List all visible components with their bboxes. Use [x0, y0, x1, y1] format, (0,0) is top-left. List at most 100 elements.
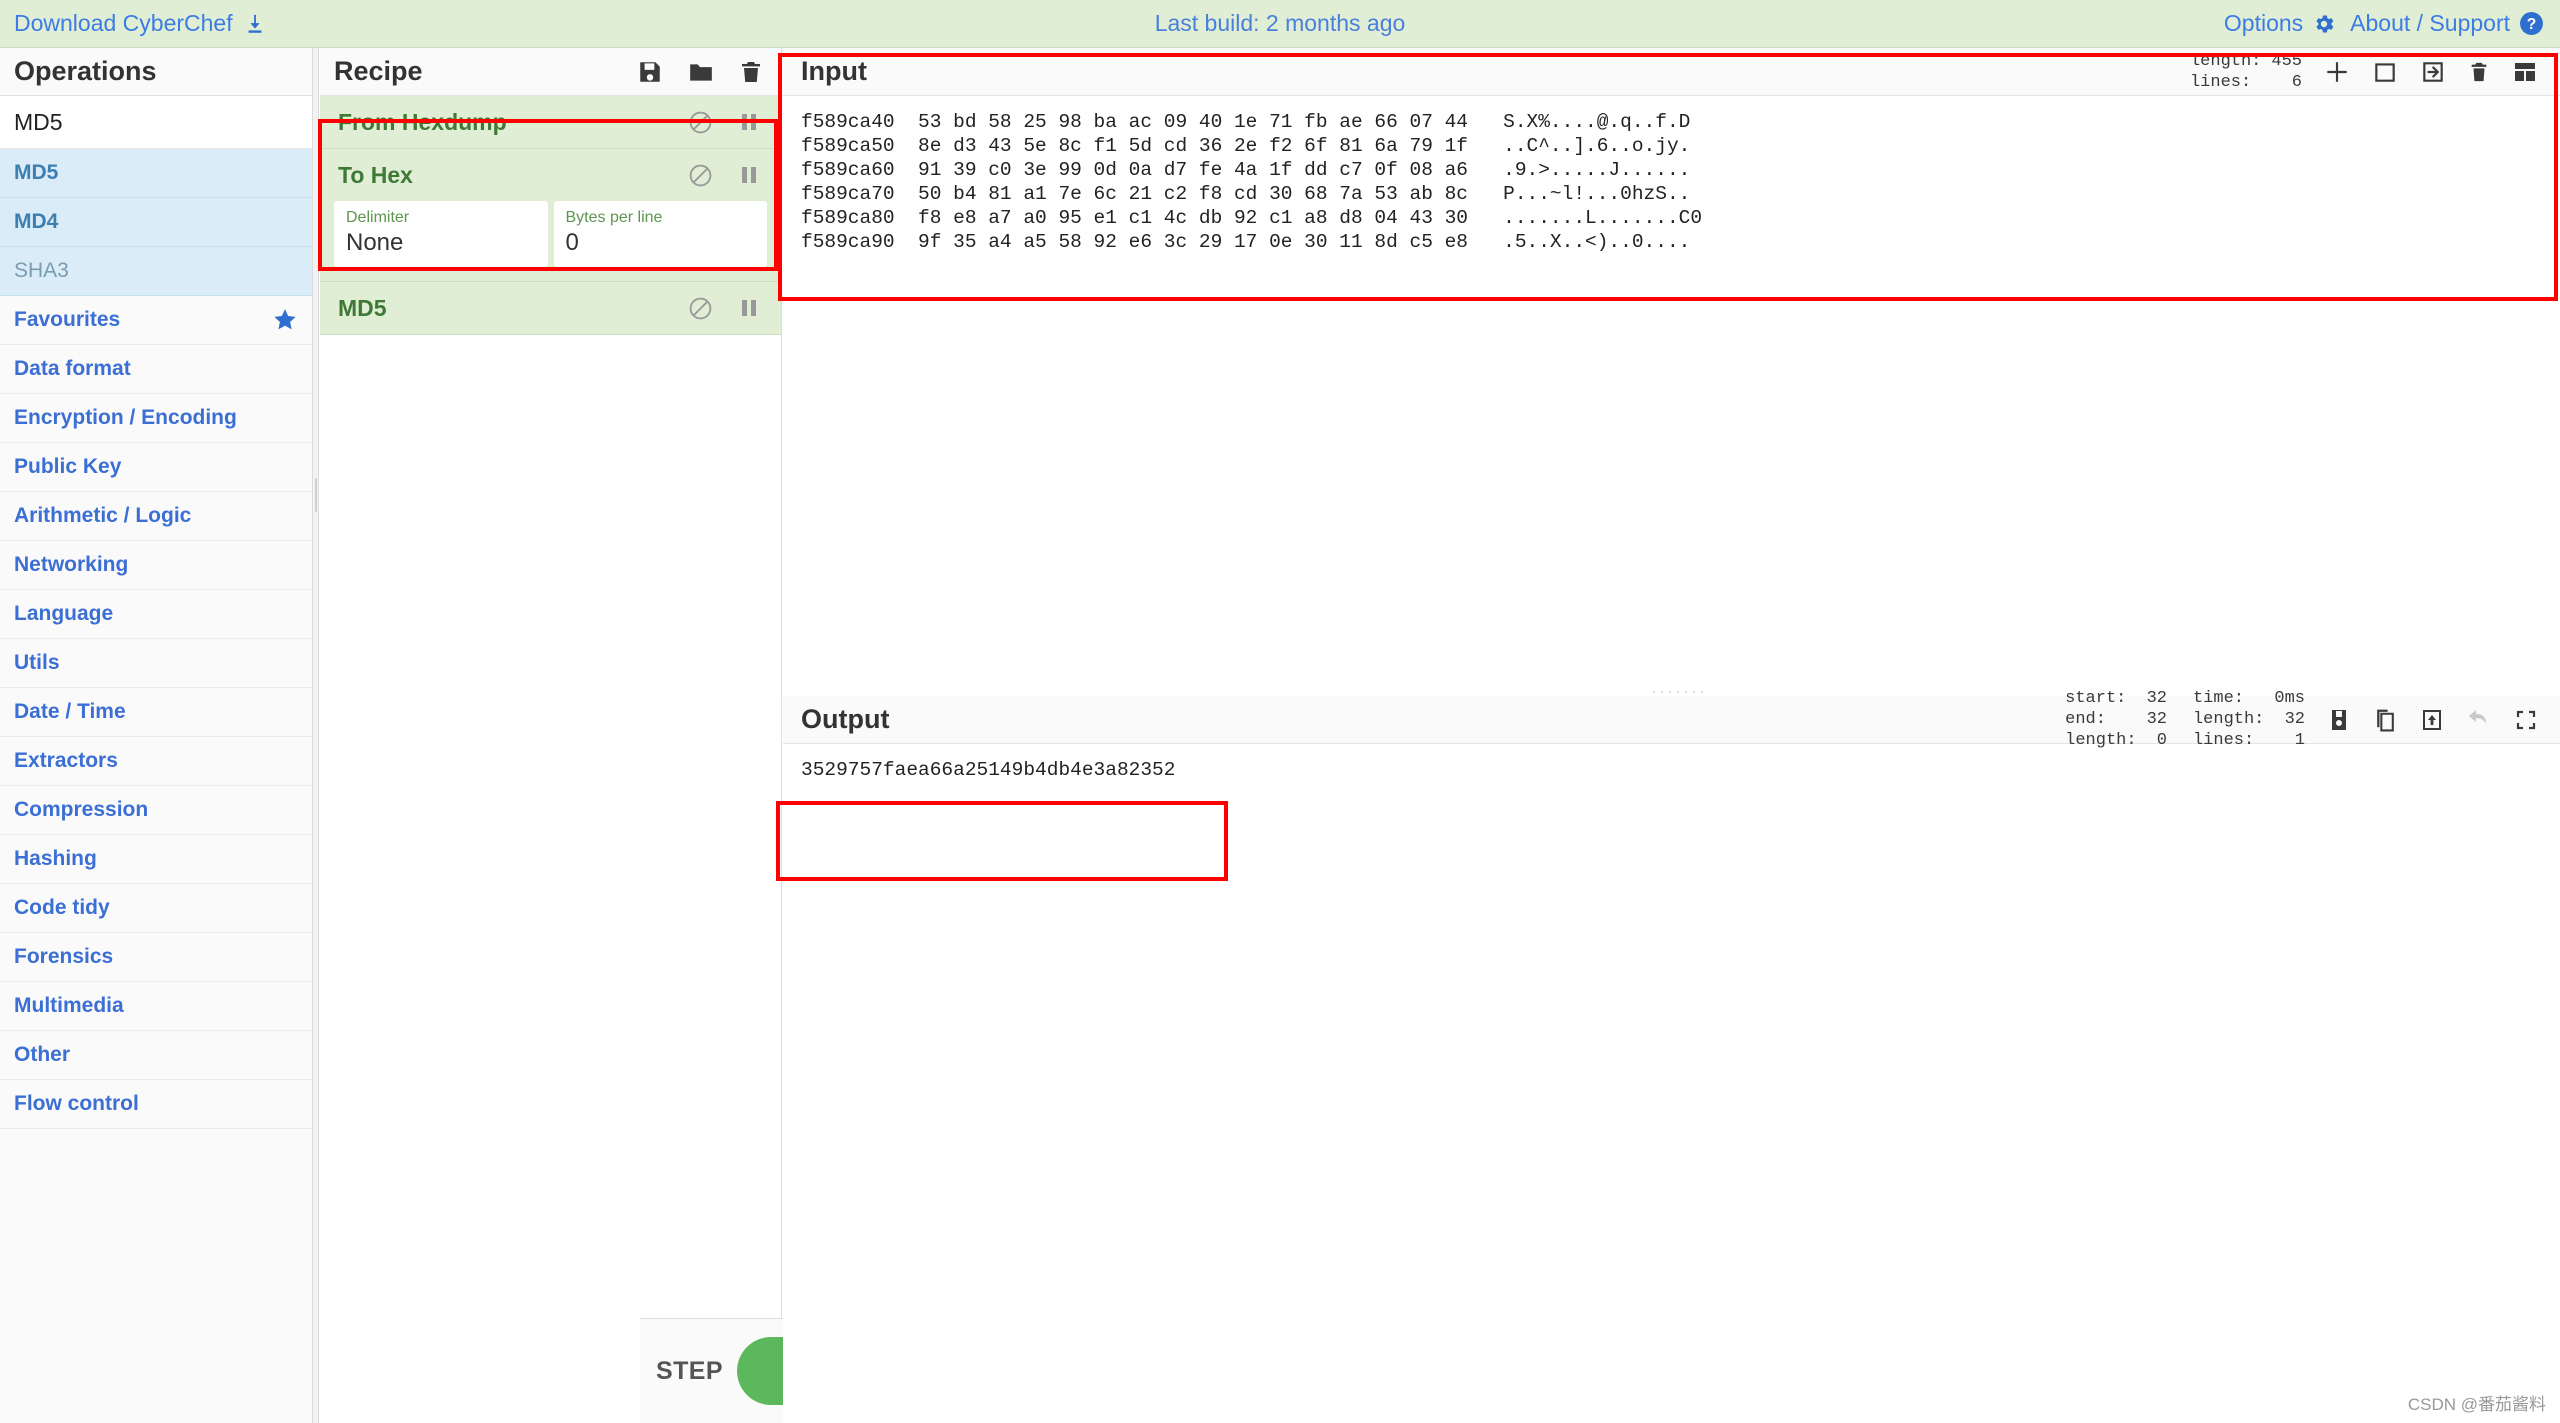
recipe-title: Recipe — [334, 56, 423, 86]
folder-icon[interactable] — [2372, 59, 2398, 85]
category-label: Code tidy — [14, 896, 110, 919]
arg-bytes-per-line[interactable]: Bytes per line 0 — [553, 201, 767, 267]
about-support-label: About / Support — [2350, 10, 2510, 36]
banner-right-group: Options About / Support ? — [2224, 10, 2544, 37]
category-code-tidy[interactable]: Code tidy — [0, 884, 312, 933]
about-support-link[interactable]: About / Support ? — [2350, 10, 2544, 37]
recipe-op-name: From Hexdump — [338, 108, 507, 135]
category-other[interactable]: Other — [0, 1031, 312, 1080]
disable-icon[interactable] — [688, 296, 713, 321]
output-title: Output — [801, 704, 890, 734]
category-networking[interactable]: Networking — [0, 541, 312, 590]
undo-icon[interactable] — [2466, 708, 2492, 732]
input-header: Input length: 455 lines: 6 — [783, 48, 2560, 96]
add-tab-icon[interactable] — [2324, 59, 2350, 85]
trash-icon[interactable] — [2468, 59, 2490, 85]
recipe-op-args: Delimiter None Bytes per line 0 — [320, 201, 781, 281]
arg-value: None — [346, 229, 404, 256]
options-label: Options — [2223, 10, 2304, 36]
search-input[interactable] — [14, 108, 294, 136]
category-label: Forensics — [14, 945, 114, 968]
io-splitter[interactable]: ······· — [783, 460, 2560, 795]
copy-icon[interactable] — [2373, 707, 2398, 733]
category-label: Public Key — [14, 455, 122, 478]
recipe-op-name: MD5 — [338, 294, 387, 321]
recipe-op-from-hexdump[interactable]: From Hexdump — [320, 96, 781, 149]
category-arithmetic-logic[interactable]: Arithmetic / Logic — [0, 492, 312, 541]
category-label: Other — [14, 1043, 71, 1066]
output-lines-value: 1 — [2294, 731, 2305, 750]
output-length-key: length: — [2192, 710, 2265, 729]
input-editor[interactable]: f589ca40 53 bd 58 25 98 ba ac 09 40 1e 7… — [783, 96, 2560, 459]
trash-icon[interactable] — [739, 59, 763, 85]
step-button[interactable]: STEP — [656, 1357, 723, 1386]
recipe-op-name: To Hex — [338, 161, 413, 188]
operations-recipe-splitter[interactable] — [313, 48, 319, 1423]
category-encryption-encoding[interactable]: Encryption / Encoding — [0, 394, 312, 443]
category-compression[interactable]: Compression — [0, 786, 312, 835]
svg-text:?: ? — [2527, 16, 2537, 33]
output-end-key: end: — [2065, 710, 2106, 729]
output-header: Output start: 32 end: 32 length: 0 time: — [783, 689, 2560, 750]
recipe-header: Recipe — [320, 48, 781, 96]
pause-icon[interactable] — [739, 297, 759, 319]
op-result-md5[interactable]: MD5 — [0, 149, 312, 198]
tabs-icon[interactable] — [2512, 60, 2538, 84]
category-label: Language — [14, 602, 114, 625]
recipe-op-md5[interactable]: MD5 — [320, 282, 781, 335]
output-stats-right: time: 0ms length: 32 lines: 1 — [2193, 688, 2305, 751]
maximise-icon[interactable] — [2514, 708, 2538, 732]
category-public-key[interactable]: Public Key — [0, 443, 312, 492]
category-data-format[interactable]: Data format — [0, 345, 312, 394]
op-result-sha3[interactable]: SHA3 — [0, 247, 312, 296]
output-stats: start: 32 end: 32 length: 0 time: 0ms le… — [2065, 688, 2305, 751]
output-editor[interactable]: 3529757faea66a25149b4db4e3a82352 — [783, 744, 2560, 1423]
category-label: Multimedia — [14, 994, 124, 1017]
recipe-op-to-hex[interactable]: To Hex Delimiter None Bytes per line 0 — [320, 149, 781, 282]
cyberchef-app: Download CyberChef Last build: 2 months … — [0, 0, 2560, 1423]
options-link[interactable]: Options — [2224, 10, 2336, 37]
category-date-time[interactable]: Date / Time — [0, 688, 312, 737]
category-language[interactable]: Language — [0, 590, 312, 639]
replace-input-icon[interactable] — [2420, 707, 2444, 733]
pause-icon[interactable] — [739, 164, 759, 186]
output-time-value: 0ms — [2274, 689, 2305, 708]
category-forensics[interactable]: Forensics — [0, 933, 312, 982]
output-text[interactable]: 3529757faea66a25149b4db4e3a82352 — [783, 744, 2560, 796]
splitter-handle[interactable]: ······· — [1652, 683, 1705, 700]
recipe-header-icons — [637, 59, 763, 85]
output-sel-length-value: 0 — [2156, 731, 2167, 750]
disable-icon[interactable] — [688, 163, 713, 188]
category-multimedia[interactable]: Multimedia — [0, 982, 312, 1031]
output-pane: Output start: 32 end: 32 length: 0 time: — [783, 689, 2560, 1423]
operations-panel: Operations MD5 MD4 SHA3 Favourites Data … — [0, 48, 313, 1423]
category-label: Date / Time — [14, 700, 126, 723]
input-lines-key: lines: — [2189, 72, 2252, 92]
operations-search-row[interactable] — [0, 96, 312, 149]
disable-icon[interactable] — [688, 110, 713, 135]
last-build-label: Last build: 2 months ago — [1154, 10, 1406, 36]
category-hashing[interactable]: Hashing — [0, 835, 312, 884]
arg-delimiter[interactable]: Delimiter None — [334, 201, 548, 267]
folder-icon[interactable] — [687, 59, 715, 85]
save-icon[interactable] — [2327, 707, 2351, 733]
category-label: Encryption / Encoding — [14, 406, 237, 429]
pause-icon[interactable] — [739, 111, 759, 133]
category-flow-control[interactable]: Flow control — [0, 1080, 312, 1129]
search-results-list: MD5 MD4 SHA3 — [0, 149, 312, 296]
category-label: Data format — [14, 357, 131, 380]
io-panel: Input length: 455 lines: 6 f589ca40 53 b… — [783, 48, 2560, 1423]
input-text[interactable]: f589ca40 53 bd 58 25 98 ba ac 09 40 1e 7… — [783, 96, 2560, 268]
input-stats: length: 455 lines: 6 — [2190, 51, 2302, 93]
open-file-icon[interactable] — [2420, 59, 2446, 85]
operations-title: Operations — [0, 48, 312, 96]
output-end-value: 32 — [2146, 710, 2167, 729]
category-favourites[interactable]: Favourites — [0, 296, 312, 345]
save-icon[interactable] — [637, 59, 663, 85]
category-extractors[interactable]: Extractors — [0, 737, 312, 786]
output-stats-left: start: 32 end: 32 length: 0 — [2065, 688, 2167, 751]
input-length-key: length: — [2189, 51, 2262, 71]
category-label: Arithmetic / Logic — [14, 504, 192, 527]
op-result-md4[interactable]: MD4 — [0, 198, 312, 247]
category-utils[interactable]: Utils — [0, 639, 312, 688]
